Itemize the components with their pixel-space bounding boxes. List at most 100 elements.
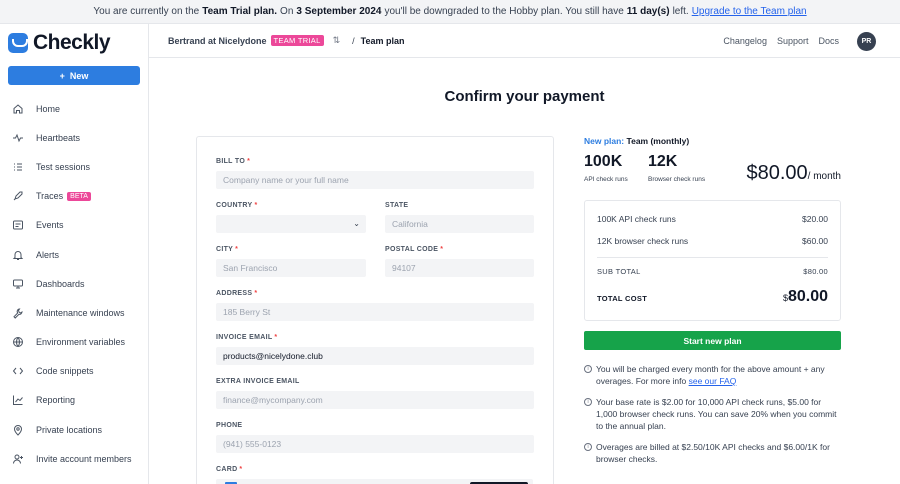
sidebar-item-private-locations[interactable]: Private locations (0, 415, 149, 444)
invoice-email-label: INVOICE EMAIL * (216, 334, 278, 341)
start-new-plan-button[interactable]: Start new plan (584, 331, 841, 350)
sidebar-item-label: Alerts (36, 249, 60, 260)
address-input[interactable]: 185 Berry St (216, 303, 534, 321)
sidebar-item-reporting[interactable]: Reporting (0, 386, 149, 415)
sidebar-item-label: Test sessions (36, 161, 91, 172)
billing-form: BILL TO * Company name or your full name … (196, 136, 554, 484)
sidebar-item-events[interactable]: Events (0, 211, 149, 240)
sidebar-nav: Home Heartbeats Test sessions Traces BET… (0, 94, 149, 473)
line-item: 100K API check runs $20.00 (597, 214, 828, 224)
faq-link[interactable]: see our FAQ (689, 376, 737, 386)
sidebar-item-environment-variables[interactable]: Environment variables (0, 328, 149, 357)
sidebar-item-label: Maintenance windows (36, 307, 125, 318)
invoice-email-input[interactable]: products@nicelydone.club (216, 347, 534, 365)
new-button-label: New (69, 70, 89, 81)
total-cost: $80.00 (782, 288, 828, 305)
plus-icon: + (59, 70, 65, 81)
top-bar: Bertrand at Nicelydone TEAM TRIAL ⇅ / Te… (149, 24, 900, 58)
banner-text-2: On (280, 6, 294, 17)
bill-to-input[interactable]: Company name or your full name (216, 171, 534, 189)
api-runs-label: API check runs (584, 176, 628, 183)
sidebar-item-label: Heartbeats (36, 132, 81, 143)
divider (597, 257, 828, 258)
country-label: COUNTRY * (216, 202, 258, 209)
beta-badge: BETA (67, 191, 91, 201)
account-switcher[interactable]: Bertrand at Nicelydone (168, 36, 267, 46)
sidebar-item-heartbeats[interactable]: Heartbeats (0, 123, 149, 152)
avatar[interactable]: PR (857, 31, 876, 51)
card-input[interactable] (216, 479, 533, 484)
support-link[interactable]: Support (777, 36, 809, 46)
new-plan-line: New plan: Team (monthly) (584, 136, 690, 146)
logo[interactable]: Checkly (8, 31, 111, 55)
total-row: TOTAL COST $80.00 (597, 288, 828, 305)
plan-name: Team (monthly) (626, 136, 690, 146)
changelog-link[interactable]: Changelog (723, 36, 767, 46)
sidebar-item-label: Traces (36, 191, 64, 202)
banner-text-1: You are currently on the (93, 6, 200, 17)
city-input[interactable]: San Francisco (216, 259, 366, 277)
extra-invoice-email-label: EXTRA INVOICE EMAIL (216, 378, 300, 385)
info-icon: i (584, 443, 592, 451)
bill-to-label: BILL TO * (216, 158, 251, 165)
banner-text-4: left. (672, 6, 689, 17)
upgrade-link[interactable]: Upgrade to the Team plan (692, 6, 807, 17)
sidebar-item-alerts[interactable]: Alerts (0, 240, 149, 269)
code-icon (12, 365, 24, 377)
location-icon (12, 424, 24, 436)
sidebar-item-label: Events (36, 220, 64, 231)
breadcrumb-separator: / (352, 35, 355, 46)
logo-text: Checkly (33, 31, 111, 54)
line-item: 12K browser check runs $60.00 (597, 236, 828, 246)
sidebar-item-invite-members[interactable]: Invite account members (0, 444, 149, 473)
team-trial-badge: TEAM TRIAL (270, 35, 324, 46)
add-user-icon (12, 453, 24, 465)
billing-note: i Overages are billed at $2.50/10K API c… (584, 442, 841, 466)
top-links: Changelog Support Docs PR (723, 24, 876, 58)
extra-invoice-email-input[interactable]: finance@mycompany.com (216, 391, 534, 409)
list-icon (12, 161, 24, 173)
browser-runs-value: 12K (648, 153, 678, 170)
billing-note: i Your base rate is $2.00 for 10,000 API… (584, 397, 841, 433)
chevron-up-down-icon[interactable]: ⇅ (333, 35, 341, 46)
sidebar-item-label: Home (36, 103, 61, 114)
globe-icon (12, 336, 24, 348)
sidebar-item-label: Reporting (36, 395, 76, 406)
sidebar-item-label: Environment variables (36, 337, 126, 348)
new-button[interactable]: + New (8, 66, 140, 85)
trial-banner: You are currently on the Team Trial plan… (0, 0, 900, 24)
sidebar-item-maintenance-windows[interactable]: Maintenance windows (0, 298, 149, 327)
order-summary: New plan: Team (monthly) 100K API check … (584, 136, 841, 464)
sidebar-item-home[interactable]: Home (0, 94, 149, 123)
breadcrumb-page: Team plan (360, 35, 405, 46)
sidebar-item-label: Invite account members (36, 453, 132, 464)
banner-date: 3 September 2024 (296, 6, 382, 17)
sidebar: Checkly + New Home Heartbeats Test sessi… (0, 24, 149, 484)
country-select[interactable]: ⌄ (216, 215, 366, 233)
sidebar-item-test-sessions[interactable]: Test sessions (0, 152, 149, 181)
sidebar-item-traces[interactable]: Traces BETA (0, 182, 149, 211)
postal-code-label: POSTAL CODE * (385, 246, 444, 253)
sidebar-item-dashboards[interactable]: Dashboards (0, 269, 149, 298)
rocket-icon (12, 190, 24, 202)
browser-runs-label: Browser check runs (648, 176, 706, 183)
state-input[interactable]: California (385, 215, 534, 233)
events-icon (12, 219, 24, 231)
billing-note: i You will be charged every month for th… (584, 364, 841, 388)
postal-code-input[interactable]: 94107 (385, 259, 534, 277)
plan-price: $80.00/ month (746, 162, 841, 184)
chart-icon (12, 394, 24, 406)
sidebar-item-label: Code snippets (36, 366, 94, 377)
monitor-icon (12, 278, 24, 290)
checkly-logo-icon (8, 33, 28, 53)
info-icon: i (584, 365, 592, 373)
phone-label: PHONE (216, 422, 243, 429)
sidebar-item-code-snippets[interactable]: Code snippets (0, 357, 149, 386)
phone-input[interactable]: (941) 555-0123 (216, 435, 534, 453)
page-title: Confirm your payment (444, 88, 605, 105)
docs-link[interactable]: Docs (818, 36, 839, 46)
sidebar-item-label: Private locations (36, 424, 103, 435)
banner-days: 11 day(s) (626, 6, 670, 17)
card-label: CARD * (216, 466, 243, 473)
address-label: ADDRESS * (216, 290, 258, 297)
